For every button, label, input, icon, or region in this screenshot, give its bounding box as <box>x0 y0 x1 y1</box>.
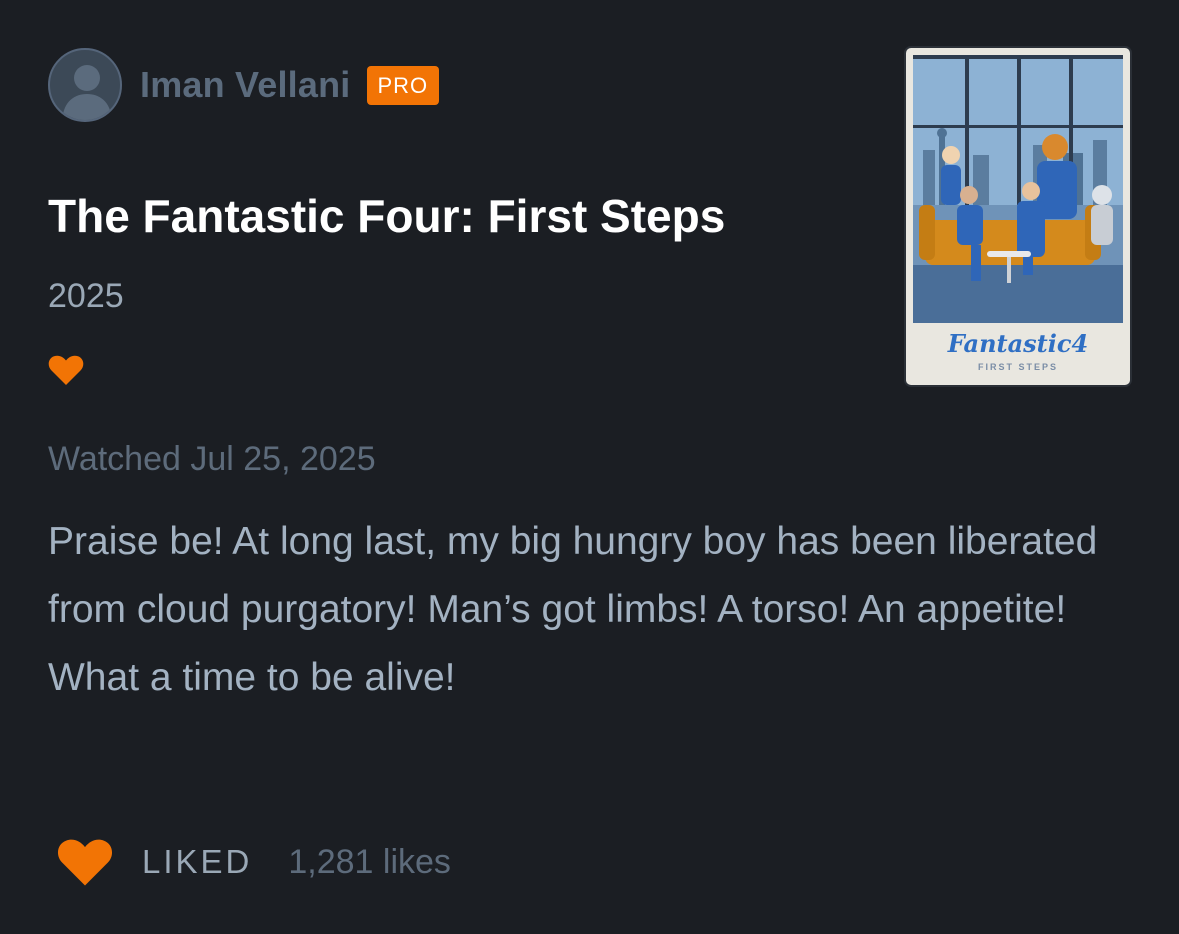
liked-label[interactable]: LIKED <box>142 843 252 881</box>
film-year[interactable]: 2025 <box>48 274 124 318</box>
likes-count[interactable]: 1,281 likes <box>288 843 451 882</box>
review-text: Praise be! At long last, my big hungry b… <box>48 520 1098 699</box>
watched-date: Watched Jul 25, 2025 <box>48 440 376 478</box>
author-name[interactable]: Iman Vellani <box>140 64 351 106</box>
heart-icon[interactable] <box>56 837 114 887</box>
like-row: LIKED 1,281 likes <box>56 834 451 890</box>
author-row: Iman Vellani PRO <box>48 48 440 122</box>
poster-artwork <box>913 55 1123 323</box>
user-silhouette-icon <box>62 65 112 120</box>
pro-badge: PRO <box>366 65 440 105</box>
film-title[interactable]: The Fantastic Four: First Steps <box>48 186 725 246</box>
liked-heart-icon <box>48 355 84 385</box>
poster-tagline: FIRST STEPS <box>977 362 1058 372</box>
film-poster[interactable]: Fantastic4 FIRST STEPS <box>906 48 1130 385</box>
review-card: Iman Vellani PRO The Fantastic Four: Fir… <box>0 0 1179 934</box>
avatar[interactable] <box>48 48 122 122</box>
poster-logo: Fantastic4 <box>947 329 1089 358</box>
